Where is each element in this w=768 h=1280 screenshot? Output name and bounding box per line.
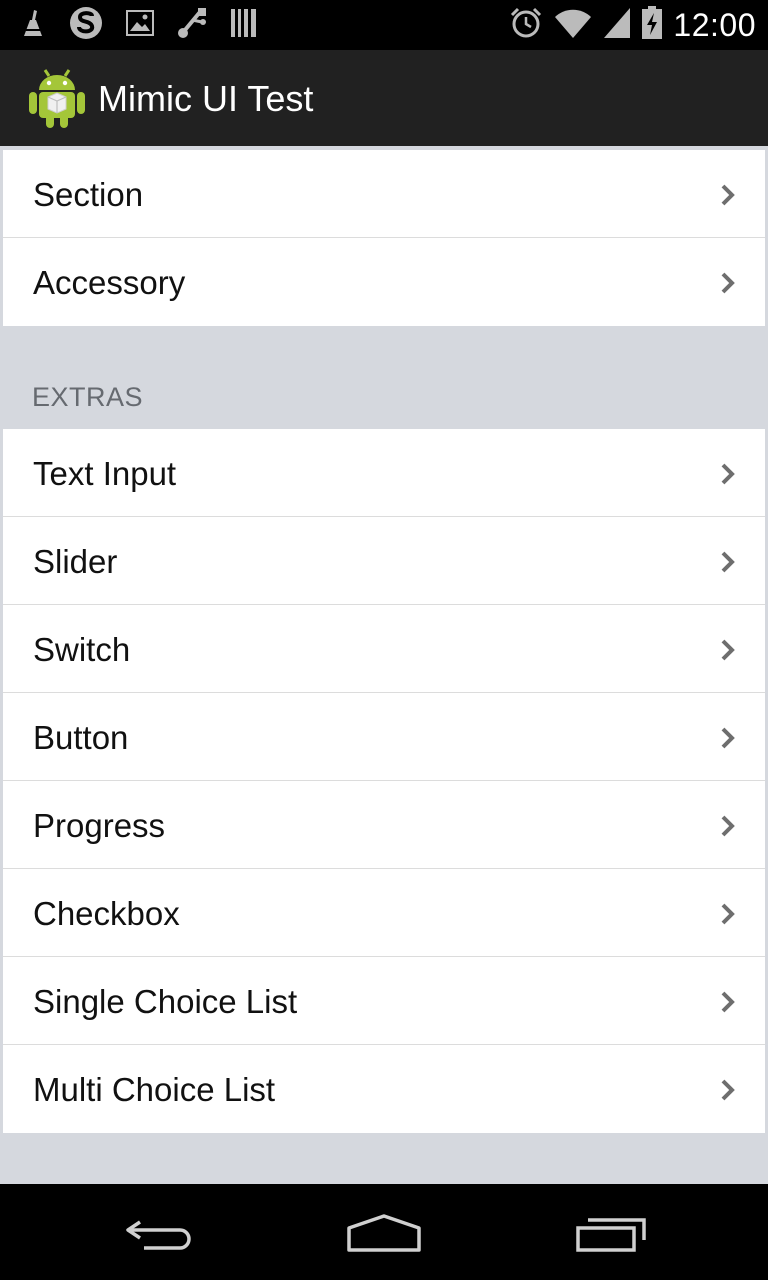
list-item-switch[interactable]: Switch (3, 605, 765, 693)
alarm-icon (509, 6, 543, 45)
status-time: 12:00 (673, 6, 756, 43)
list-item-label: Text Input (33, 455, 177, 492)
list-item-progress[interactable]: Progress (3, 781, 765, 869)
wifi-icon (553, 7, 593, 44)
chevron-right-icon (719, 726, 737, 750)
list-item-label: Checkbox (33, 895, 180, 932)
list-group: Section Accessory (3, 150, 765, 326)
signal-icon (603, 7, 631, 44)
chevron-right-icon (719, 271, 737, 295)
action-bar: Mimic UI Test (0, 50, 768, 146)
chevron-right-icon (719, 550, 737, 574)
chevron-right-icon (719, 638, 737, 662)
android-logo-icon (28, 64, 86, 130)
recents-icon[interactable] (574, 1216, 648, 1259)
section-header-extras: EXTRAS (32, 382, 144, 412)
swype-icon (68, 5, 104, 46)
chevron-right-icon (719, 902, 737, 926)
list-item-label: Multi Choice List (33, 1071, 276, 1108)
status-bar: 12:00 (0, 0, 768, 50)
chevron-right-icon (719, 183, 737, 207)
settings-list: Section Accessory EXTRAS Text Input Slid… (0, 146, 768, 1184)
list-item-button[interactable]: Button (3, 693, 765, 781)
list-item-accessory[interactable]: Accessory (3, 238, 765, 326)
cleaner-icon (20, 8, 46, 43)
list-item-label: Section (33, 176, 144, 213)
barcode-icon (230, 8, 258, 43)
list-item-label: Progress (33, 807, 166, 844)
chevron-right-icon (719, 1078, 737, 1102)
chevron-right-icon (719, 814, 737, 838)
list-item-checkbox[interactable]: Checkbox (3, 869, 765, 957)
chevron-right-icon (719, 462, 737, 486)
list-item-section[interactable]: Section (3, 150, 765, 238)
list-item-slider[interactable]: Slider (3, 517, 765, 605)
back-icon[interactable] (124, 1214, 194, 1259)
navigation-bar (0, 1184, 768, 1280)
list-item-label: Switch (33, 631, 131, 668)
usb-debug-icon (176, 6, 208, 45)
gallery-icon (126, 9, 154, 41)
list-group: Text Input Slider Switch Button Progress (3, 429, 765, 1133)
home-icon[interactable] (346, 1214, 422, 1259)
list-item-label: Accessory (33, 264, 186, 301)
list-item-label: Single Choice List (33, 983, 298, 1020)
list-item-text-input[interactable]: Text Input (3, 429, 765, 517)
list-item-single-choice-list[interactable]: Single Choice List (3, 957, 765, 1045)
list-item-label: Slider (33, 543, 118, 580)
list-item-multi-choice-list[interactable]: Multi Choice List (3, 1045, 765, 1133)
list-item-label: Button (33, 719, 129, 756)
battery-charging-icon (641, 5, 663, 45)
app-title: Mimic UI Test (98, 78, 314, 119)
chevron-right-icon (719, 990, 737, 1014)
